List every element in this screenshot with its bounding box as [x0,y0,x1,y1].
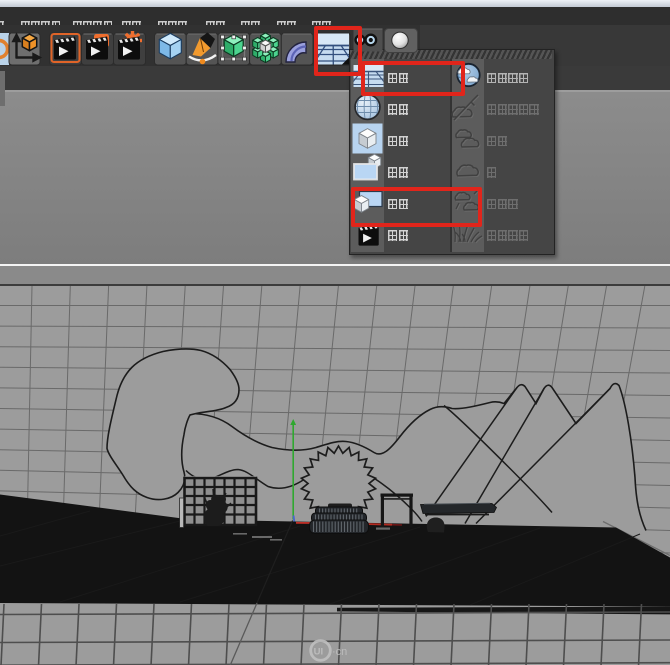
svg-text:UI: UI [314,646,324,657]
svg-text:·cn: ·cn [332,646,347,658]
